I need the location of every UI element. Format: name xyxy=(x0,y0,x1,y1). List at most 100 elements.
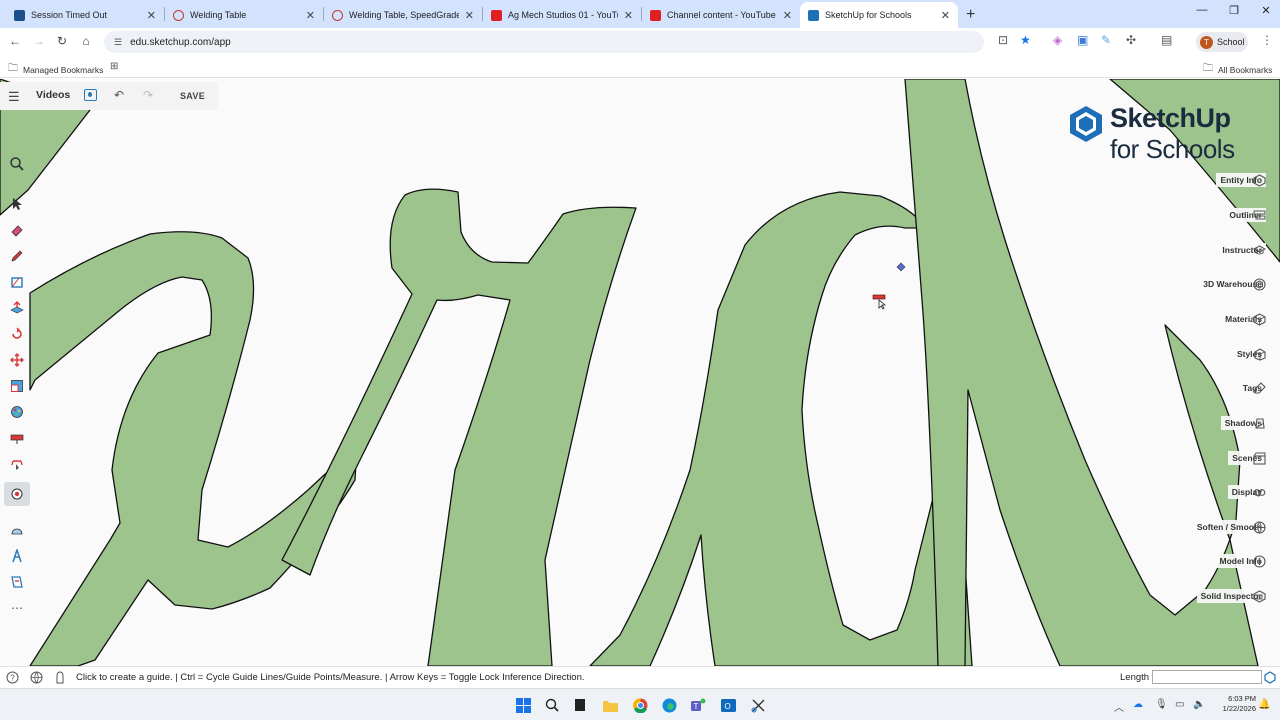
microphone-icon[interactable]: 🎙 xyxy=(1155,699,1168,710)
instructor-icon[interactable] xyxy=(1252,243,1266,257)
close-icon[interactable]: ✕ xyxy=(624,9,633,22)
reload-icon[interactable]: ↻ xyxy=(50,34,74,48)
bookmark-star-icon[interactable]: ★ xyxy=(1020,33,1031,47)
tab-ag-mech-youtube[interactable]: Ag Mech Studios 01 - YouTube ✕ xyxy=(483,2,641,28)
pencil-tool-icon[interactable] xyxy=(4,244,30,268)
search-tool-icon[interactable] xyxy=(4,152,30,176)
teams-icon[interactable]: T xyxy=(690,697,706,713)
onedrive-icon[interactable]: ☁ xyxy=(1133,699,1143,710)
move-tool-icon[interactable] xyxy=(4,348,30,372)
credits-icon[interactable] xyxy=(54,671,66,687)
display-icon[interactable] xyxy=(1252,485,1266,499)
geolocation-icon[interactable] xyxy=(30,671,43,687)
network-icon[interactable]: ▭ xyxy=(1175,699,1184,710)
menu-kebab-icon[interactable]: ⋮ xyxy=(1261,33,1273,47)
chrome-icon[interactable] xyxy=(632,697,648,713)
profile-button[interactable]: T School xyxy=(1196,32,1248,52)
section-plane-tool-icon[interactable] xyxy=(4,570,30,594)
outlook-icon[interactable]: O xyxy=(720,697,736,713)
protractor-tool-icon[interactable] xyxy=(4,518,30,542)
folder-icon: 🗀 xyxy=(8,63,18,74)
tab-welding-table[interactable]: Welding Table ✕ xyxy=(165,2,323,28)
tray-chevron-icon[interactable]: ︿ xyxy=(1114,699,1124,714)
url-field[interactable]: ☰ edu.sketchup.com/app xyxy=(104,31,984,53)
model-title[interactable]: Videos xyxy=(36,89,70,101)
paint-bucket-tool-icon[interactable] xyxy=(4,400,30,424)
soften-icon[interactable] xyxy=(1252,520,1266,534)
notifications-icon[interactable]: 🔔 xyxy=(1258,699,1270,710)
extension-icon-3[interactable]: ✎ xyxy=(1101,33,1111,47)
shadows-icon[interactable] xyxy=(1252,416,1266,430)
close-icon[interactable]: ✕ xyxy=(465,9,474,22)
scale-tool-icon[interactable] xyxy=(4,374,30,398)
warehouse-icon[interactable] xyxy=(1252,277,1266,291)
orbit-tool-icon[interactable] xyxy=(4,452,30,476)
close-icon[interactable]: ✕ xyxy=(941,9,950,22)
panel-model-info[interactable]: Model Info xyxy=(1215,549,1280,573)
close-icon[interactable]: ✕ xyxy=(306,9,315,22)
model-geometry[interactable] xyxy=(0,79,1280,666)
clock[interactable]: 6:03 PM 1/22/2026 xyxy=(1200,694,1256,714)
back-icon[interactable]: ← xyxy=(3,34,27,48)
apps-grid[interactable]: ⊞ xyxy=(110,61,123,72)
tape-measure-tool-icon[interactable] xyxy=(4,426,30,450)
select-tool-icon[interactable] xyxy=(4,192,30,216)
home-icon[interactable]: ⌂ xyxy=(74,34,98,48)
rotate-tool-icon[interactable] xyxy=(4,322,30,346)
scenes-icon[interactable] xyxy=(1252,451,1266,465)
media-icon[interactable]: ▤ xyxy=(1161,33,1172,47)
measurement-input[interactable] xyxy=(1152,670,1262,684)
undo-icon[interactable]: ↶ xyxy=(114,88,124,102)
bookmarks-bar: 🗀 Managed Bookmarks ⊞ 🗀 All Bookmarks xyxy=(0,56,1280,78)
text-tool-icon[interactable] xyxy=(4,544,30,568)
all-bookmarks[interactable]: 🗀 All Bookmarks xyxy=(1203,61,1272,78)
save-button[interactable]: SAVE xyxy=(180,91,205,101)
restore-icon[interactable]: ❐ xyxy=(1218,4,1250,17)
tab-speedgrader[interactable]: Welding Table, SpeedGrader, 5 ✕ xyxy=(324,2,482,28)
close-icon[interactable]: ✕ xyxy=(783,9,792,22)
rectangle-tool-icon[interactable] xyxy=(4,270,30,294)
install-icon[interactable]: ⊡ xyxy=(998,33,1008,47)
tab-sketchup-for-schools[interactable]: SketchUp for Schools ✕ xyxy=(800,2,958,28)
letter-stroke-loop xyxy=(29,231,358,666)
panel-entity-info[interactable]: Entity Info xyxy=(1216,168,1280,192)
eraser-tool-icon[interactable] xyxy=(4,218,30,242)
styles-icon[interactable] xyxy=(1252,347,1266,361)
extensions-puzzle-icon[interactable]: ✣ xyxy=(1126,33,1136,47)
modeling-viewport[interactable] xyxy=(0,79,1280,666)
hamburger-menu-icon[interactable]: ☰ xyxy=(8,89,20,105)
solid-inspector-icon[interactable] xyxy=(1252,589,1266,603)
entity-info-icon[interactable] xyxy=(1252,173,1266,187)
redo-icon[interactable]: ↷ xyxy=(143,88,153,102)
managed-bookmarks[interactable]: 🗀 Managed Bookmarks xyxy=(8,61,103,78)
outliner-icon[interactable] xyxy=(1252,208,1266,222)
tab-youtube-studio[interactable]: Channel content - YouTube Stu ✕ xyxy=(642,2,800,28)
more-tools-icon[interactable]: ⋯ xyxy=(4,596,30,620)
edge-icon[interactable] xyxy=(661,697,677,713)
tab-session-timed-out[interactable]: Session Timed Out ✕ xyxy=(6,2,164,28)
close-window-icon[interactable]: ✕ xyxy=(1250,4,1280,17)
minimize-icon[interactable]: — xyxy=(1186,4,1218,17)
push-pull-tool-icon[interactable] xyxy=(4,296,30,320)
task-view-icon[interactable] xyxy=(572,697,588,713)
extension-icon[interactable]: ◈ xyxy=(1053,33,1062,47)
managed-bookmarks-label: Managed Bookmarks xyxy=(23,64,104,75)
svg-text:O: O xyxy=(724,702,730,711)
snipping-tool-icon[interactable] xyxy=(750,697,766,713)
model-info-icon[interactable] xyxy=(1252,554,1266,568)
camera-icon[interactable] xyxy=(84,89,97,101)
new-tab-button[interactable]: + xyxy=(958,2,983,28)
help-icon[interactable]: ? xyxy=(6,671,19,687)
site-info-icon[interactable]: ☰ xyxy=(114,37,122,48)
tape-measure-active-icon[interactable] xyxy=(4,482,30,506)
close-icon[interactable]: ✕ xyxy=(147,9,156,22)
forward-icon[interactable]: → xyxy=(27,34,51,48)
extension-icon-2[interactable]: ▣ xyxy=(1077,33,1088,47)
tags-icon[interactable] xyxy=(1252,381,1266,395)
windows-start-icon[interactable] xyxy=(515,697,531,713)
file-explorer-icon[interactable] xyxy=(602,697,618,713)
apps-grid-icon: ⊞ xyxy=(110,61,119,72)
sketchup-status-icon[interactable] xyxy=(1264,671,1276,687)
search-icon[interactable] xyxy=(544,697,560,713)
materials-icon[interactable] xyxy=(1252,312,1266,326)
